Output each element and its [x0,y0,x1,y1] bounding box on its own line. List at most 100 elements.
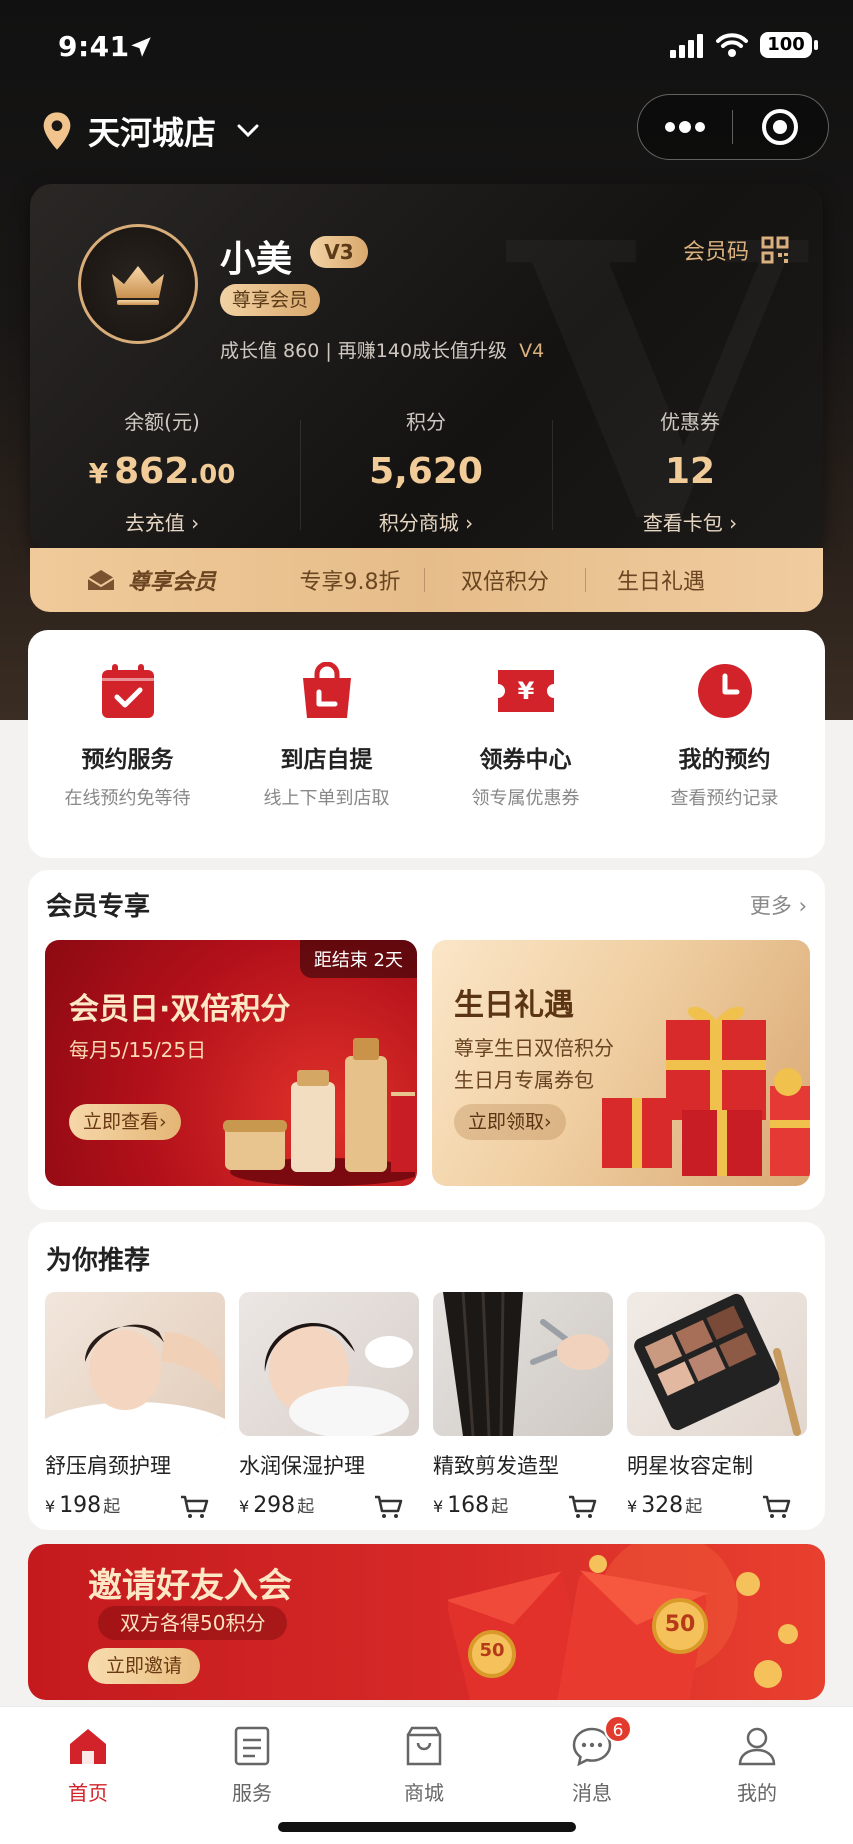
invite-title: 邀请好友入会 [88,1566,292,1606]
user-icon [738,1727,776,1766]
service-booking[interactable]: 预约服务 在线预约免等待 [28,662,227,810]
item-name: 明星妆容定制 [627,1454,753,1478]
facial-image [239,1292,419,1436]
wifi-icon [716,33,748,57]
tab-home[interactable]: 首页 [28,1723,148,1806]
red-envelope-image [448,1544,798,1700]
recommend-item[interactable]: 舒压肩颈护理 ¥198 起 [45,1292,225,1518]
growth-info: 成长值 860 | 再赚140成长值升级 V4 [220,336,544,363]
promo-view-button[interactable]: 立即查看› [69,1104,181,1140]
coupon-stat[interactable]: 优惠券 12 查看卡包 › [558,406,822,536]
balance-stat[interactable]: 余额(元) ¥862.00 去充值 › [30,406,294,536]
points-stat[interactable]: 积分 5,620 积分商城 › [294,406,558,536]
tab-label: 服务 [232,1781,272,1805]
card-wallet-link[interactable]: 查看卡包 › [558,507,822,536]
home-indicator [278,1822,576,1832]
shopping-bag-icon [302,661,351,718]
avatar[interactable] [78,224,198,344]
promo-claim-button[interactable]: 立即领取› [454,1104,566,1140]
item-name: 精致剪发造型 [433,1454,559,1478]
service-title: 我的预约 [678,747,771,773]
service-title: 领券中心 [479,747,572,773]
clock-icon [697,664,752,718]
coupon-label: 优惠券 [660,410,720,434]
next-level: V4 [519,340,545,362]
recharge-link[interactable]: 去充值 › [30,507,294,536]
service-coupon-center[interactable]: ¥ 领券中心 领专属优惠券 [426,662,625,810]
member-code-label: 会员码 [682,240,749,265]
section-title: 会员专享 [46,892,151,922]
service-title: 到店自提 [280,747,373,773]
gift-boxes-image [602,1006,810,1176]
points-mall-link[interactable]: 积分商城 › [294,507,558,536]
tab-profile[interactable]: 我的 [697,1723,817,1806]
item-name: 水润保湿护理 [239,1454,365,1478]
countdown-badge: 距结束 2天 [299,940,417,978]
cart-icon[interactable] [373,1494,403,1520]
miniprogram-capsule [637,94,829,160]
member-card: V 小美 V3 尊享会员 成长值 860 | 再赚140成长值升级 V4 会员码… [30,184,823,552]
promo-line1: 尊享生日双倍积分 [454,1036,614,1060]
close-miniprogram-button[interactable] [733,95,829,159]
makeup-palette-image [627,1292,807,1436]
recommend-item[interactable]: 精致剪发造型 ¥168 起 [433,1292,613,1518]
service-pickup[interactable]: 到店自提 线上下单到店取 [227,661,426,810]
status-time: 9:41 [58,30,130,63]
signal-icon [670,34,703,58]
cart-icon[interactable] [761,1494,791,1520]
coin-label: 50 [479,1640,505,1661]
tab-service[interactable]: 服务 [192,1723,312,1806]
document-icon [234,1726,270,1766]
more-button[interactable] [638,95,732,159]
birthday-promo[interactable]: 生日礼遇 尊享生日双倍积分 生日月专属券包 立即领取› [432,940,810,1186]
recommend-item[interactable]: 水润保湿护理 ¥298 起 [239,1292,419,1518]
growth-text: 成长值 860 | 再赚140成长值升级 [220,340,508,362]
stat-divider [552,420,553,530]
service-title: 预约服务 [81,747,174,773]
status-bar: 9:41 100 [0,0,853,96]
privilege-discount: 专享9.8折 [299,570,401,595]
privilege-birthday: 生日礼遇 [616,570,705,595]
balance-label: 余额(元) [124,410,200,434]
promo-title: 生日礼遇 [454,988,574,1023]
message-badge: 6 [604,1715,632,1743]
tab-label: 消息 [572,1781,612,1805]
location-arrow-icon [131,37,151,57]
battery-tip [814,40,818,50]
target-close-icon [762,109,799,145]
invite-subtitle: 双方各得50积分 [98,1606,288,1640]
privilege-strip[interactable]: 尊享会员 专享9.8折 双倍积分 生日礼遇 [30,548,823,612]
tab-messages[interactable]: 6 消息 [532,1715,652,1806]
cart-icon[interactable] [567,1494,597,1520]
service-subtitle: 领专属优惠券 [471,788,580,809]
service-subtitle: 在线预约免等待 [64,788,191,809]
item-name: 舒压肩颈护理 [45,1454,171,1478]
crown-icon [112,266,164,305]
balance-value: ¥862.00 [88,451,236,492]
recommend-item[interactable]: 明星妆容定制 ¥328 起 [627,1292,807,1518]
tab-label: 我的 [737,1781,777,1805]
envelope-icon [87,570,115,590]
calendar-check-icon [101,664,154,718]
privilege-title: 尊享会员 [86,564,276,596]
member-name: 小美 [220,239,293,280]
more-link[interactable]: 更多 › [750,890,807,920]
member-code-button[interactable]: 会员码 [683,234,789,266]
member-exclusive-panel: 会员专享 更多 › 距结束 2天 会员日·双倍积分 每月5/15/25日 立即查… [28,870,825,1210]
cart-icon[interactable] [179,1494,209,1520]
points-value: 5,620 [369,451,483,492]
invite-banner[interactable]: 邀请好友入会 双方各得50积分 立即邀请 50 50 [28,1544,825,1700]
store-icon [406,1726,442,1766]
member-day-promo[interactable]: 距结束 2天 会员日·双倍积分 每月5/15/25日 立即查看› [45,940,417,1186]
services-panel: 预约服务 在线预约免等待 到店自提 线上下单到店取 ¥ 领券中心 领专属优惠券 … [28,630,825,858]
service-my-booking[interactable]: 我的预约 查看预约记录 [625,662,824,810]
tab-label: 商城 [404,1781,444,1805]
location-pin-icon [43,112,71,150]
coupon-value: 12 [664,451,716,492]
invite-button[interactable]: 立即邀请 [88,1648,201,1684]
promo-subtitle: 每月5/15/25日 [69,1038,207,1062]
tab-mall[interactable]: 商城 [364,1723,484,1806]
service-subtitle: 查看预约记录 [670,788,779,809]
recommend-panel: 为你推荐 舒压肩颈护理 ¥198 起 水润保湿护理 ¥298 起 精致剪发造型 ¥1… [28,1222,825,1530]
store-selector[interactable]: 天河城店 [40,108,260,154]
